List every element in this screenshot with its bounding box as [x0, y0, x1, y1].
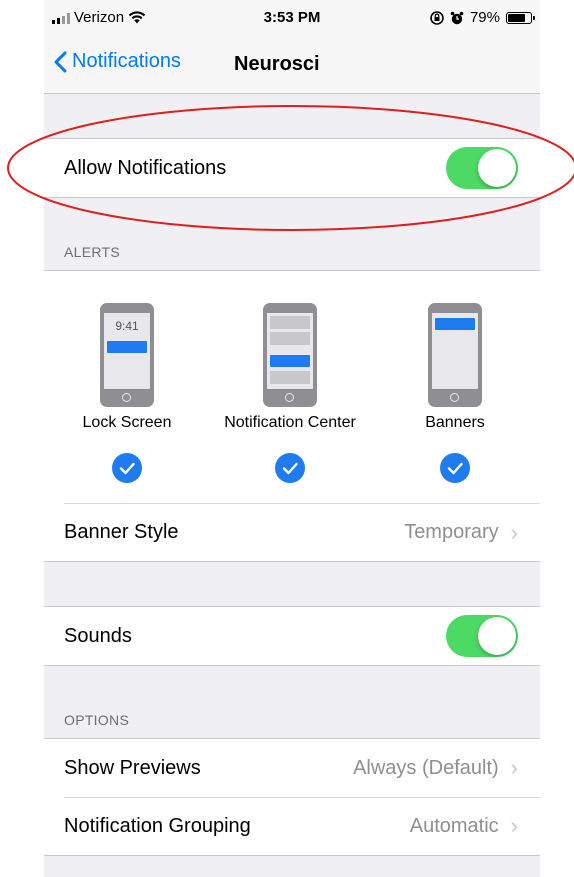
notification-grouping-value: Automatic — [409, 814, 499, 837]
rotation-lock-icon — [430, 10, 444, 25]
lock-screen-checkmark-icon[interactable] — [112, 453, 142, 483]
show-previews-value-wrap: Always (Default) › — [353, 755, 518, 781]
nav-bar: Notifications Neurosci — [44, 34, 540, 94]
notification-grouping-row[interactable]: Notification Grouping Automatic › — [44, 797, 540, 855]
allow-notifications-label: Allow Notifications — [64, 156, 227, 179]
alerts-group: 9:41 Lock Screen Notification Center Ban… — [44, 270, 540, 562]
options-section-header: OPTIONS — [64, 712, 130, 728]
battery-fill — [508, 13, 526, 22]
sounds-label: Sounds — [64, 624, 132, 647]
notification-center-checkmark-icon[interactable] — [275, 453, 305, 483]
banner-style-value-wrap: Temporary › — [404, 520, 518, 546]
banner-style-label: Banner Style — [64, 521, 179, 543]
allow-notifications-row: Allow Notifications — [44, 139, 540, 197]
status-bar: Verizon 3:53 PM 79% — [44, 0, 540, 34]
show-previews-row[interactable]: Show Previews Always (Default) › — [44, 739, 540, 797]
allow-notifications-group: Allow Notifications — [44, 138, 540, 198]
toggle-knob — [478, 617, 516, 655]
phone-screen: Verizon 3:53 PM 79% Notifications Neuros… — [44, 0, 540, 877]
lock-screen-label: Lock Screen — [82, 414, 172, 431]
notification-grouping-label: Notification Grouping — [64, 814, 251, 837]
allow-notifications-toggle[interactable] — [446, 147, 518, 189]
preview-clock: 9:41 — [115, 319, 139, 333]
notification-center-preview-icon — [263, 303, 317, 407]
banners-label: Banners — [425, 414, 485, 431]
options-group: Show Previews Always (Default) › Notific… — [44, 738, 540, 856]
battery-percent: 79% — [469, 9, 500, 26]
sounds-group: Sounds — [44, 606, 540, 666]
toggle-knob — [478, 149, 516, 187]
banner-style-row[interactable]: Banner Style Temporary › — [64, 503, 540, 561]
chevron-right-icon: › — [510, 755, 518, 780]
notification-grouping-value-wrap: Automatic › — [410, 813, 518, 839]
chevron-right-icon: › — [510, 519, 518, 545]
chevron-right-icon: › — [510, 813, 518, 838]
sounds-toggle[interactable] — [446, 615, 518, 657]
alerts-section-header: ALERTS — [64, 244, 121, 260]
status-right: 79% — [430, 9, 535, 26]
show-previews-value: Always (Default) — [353, 756, 499, 779]
notification-center-label: Notification Center — [224, 414, 356, 431]
battery-icon — [506, 11, 535, 24]
banner-style-value: Temporary — [404, 521, 499, 543]
alert-style-options: 9:41 Lock Screen Notification Center Ban… — [44, 271, 540, 503]
sounds-row: Sounds — [44, 607, 540, 665]
show-previews-label: Show Previews — [64, 756, 201, 779]
back-chevron-icon — [54, 51, 67, 72]
alarm-icon — [450, 11, 464, 24]
back-button[interactable]: Notifications — [54, 50, 181, 73]
page-title: Neurosci — [234, 53, 320, 75]
lock-screen-preview-icon: 9:41 — [100, 303, 154, 407]
banners-preview-icon — [428, 303, 482, 407]
back-button-label: Notifications — [72, 50, 181, 72]
banners-checkmark-icon[interactable] — [440, 453, 470, 483]
